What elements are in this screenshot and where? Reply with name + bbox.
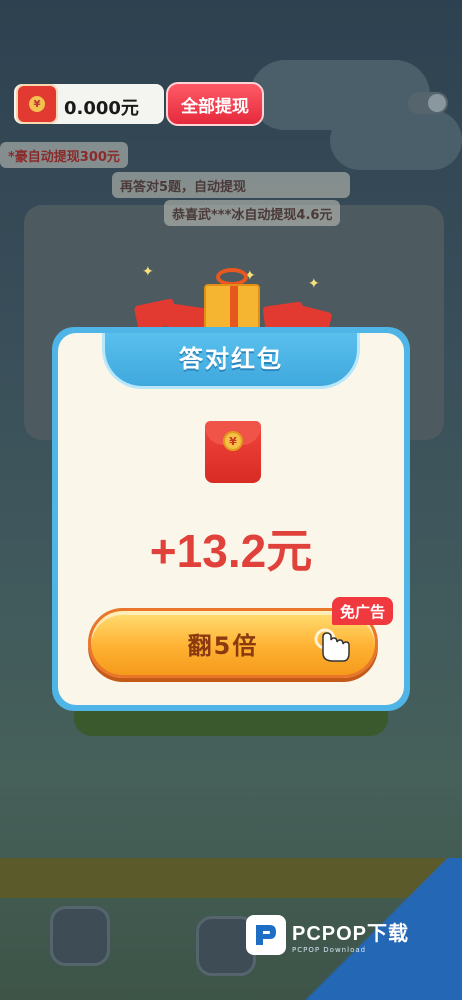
progress-ticker: 再答对5题，自动提现: [112, 172, 350, 198]
gift-box-icon: [204, 284, 260, 330]
watermark-logo: PCPOP下载 PCPOP Download: [246, 910, 409, 960]
modal-header: 答对红包: [102, 333, 360, 389]
coin-icon: ¥: [29, 96, 45, 112]
ad-free-badge: 免广告: [332, 597, 394, 625]
red-envelope-icon: ¥: [205, 421, 261, 483]
watermark-name: PCPOP下载: [292, 922, 410, 945]
sparkle-icon: ✦: [308, 276, 320, 292]
ticker-text: 恭喜武***冰自动提现4.6元: [172, 207, 333, 223]
sound-toggle[interactable]: [408, 92, 448, 114]
bottom-nav-icon[interactable]: [50, 906, 110, 966]
reward-modal: 答对红包 ¥ +13.2元 翻5倍 免广告: [52, 327, 410, 711]
watermark-subtitle: PCPOP Download: [292, 945, 367, 954]
ticker-text: 再答对5题，自动提现: [120, 179, 247, 195]
gift-decoration: ✦ ✦ ✦: [130, 262, 333, 339]
pcpop-logo-icon: [246, 915, 286, 955]
cloud-decoration: [330, 110, 462, 170]
ticker-text: *豪自动提现300元: [8, 149, 120, 165]
withdraw-ticker: *豪自动提现300元: [0, 142, 128, 168]
balance-amount: 0.000元: [64, 98, 139, 119]
multiply-button-label: 翻5倍: [187, 631, 259, 660]
withdraw-all-button[interactable]: 全部提现: [166, 82, 264, 126]
modal-title: 答对红包: [179, 345, 283, 373]
sparkle-icon: ✦: [142, 264, 154, 280]
congrats-ticker: 恭喜武***冰自动提现4.6元: [164, 200, 341, 226]
red-envelope-icon: ¥: [16, 84, 58, 124]
pointing-hand-icon: [314, 628, 350, 662]
reward-amount: +13.2元: [149, 525, 313, 577]
yuan-seal-icon: ¥: [223, 431, 243, 451]
reward-modal-body: 答对红包 ¥ +13.2元 翻5倍 免广告: [58, 333, 404, 705]
balance-bar: ¥ 0.000元 全部提现: [14, 80, 264, 126]
